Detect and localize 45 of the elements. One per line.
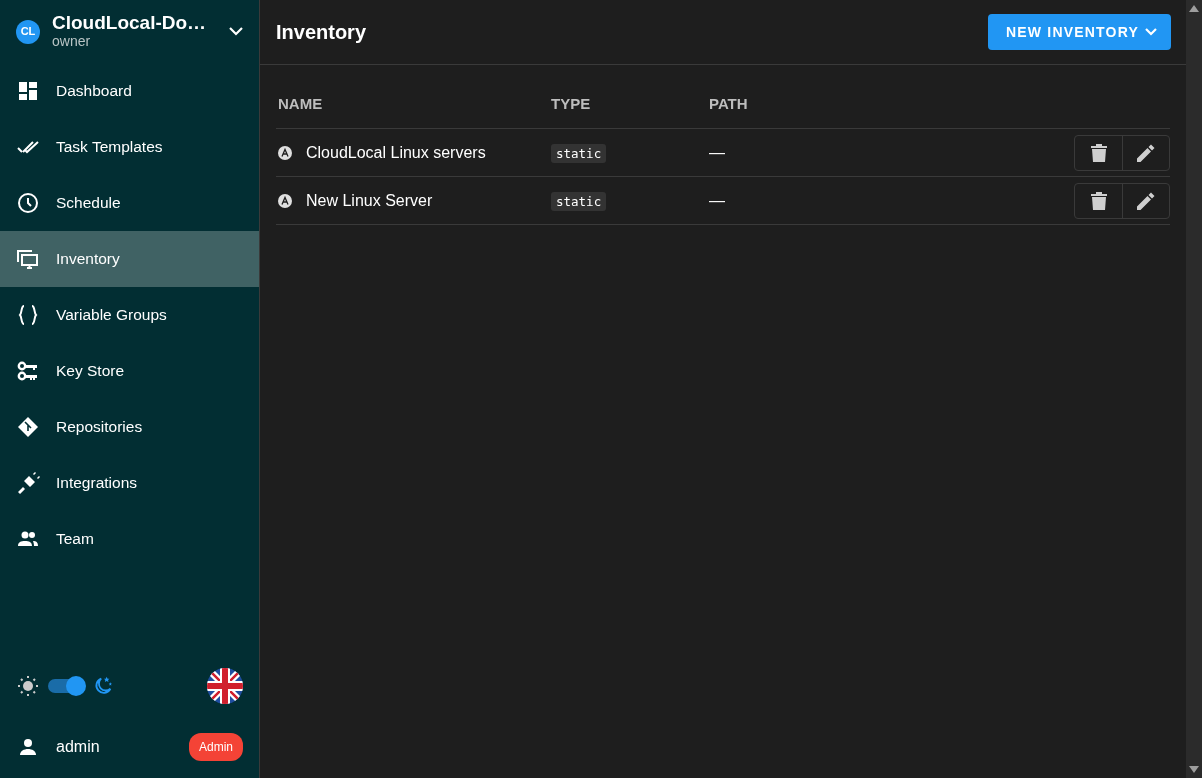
trash-icon bbox=[1090, 143, 1107, 162]
sidebar-item[interactable]: Dashboard bbox=[0, 63, 259, 119]
sidebar-item[interactable]: Schedule bbox=[0, 175, 259, 231]
role-badge: Admin bbox=[189, 733, 243, 761]
project-avatar: CL bbox=[16, 19, 40, 44]
clock-icon bbox=[16, 191, 40, 215]
column-header: NAME bbox=[278, 94, 323, 115]
keys-icon bbox=[16, 359, 40, 383]
sidebar-item[interactable]: Key Store bbox=[0, 343, 259, 399]
column-header: TYPE bbox=[551, 95, 591, 113]
flag-icon[interactable] bbox=[207, 668, 243, 704]
sidebar-item[interactable]: Integrations bbox=[0, 455, 259, 511]
moon-icon bbox=[92, 675, 114, 697]
braces-icon bbox=[16, 303, 40, 327]
project-name: CloudLocal-Do… bbox=[52, 13, 208, 35]
monitor-icon bbox=[16, 247, 40, 271]
user-name: admin bbox=[56, 737, 101, 757]
theme-toggle[interactable] bbox=[48, 679, 84, 693]
path-cell: — bbox=[709, 191, 725, 209]
chevron-down-icon[interactable] bbox=[229, 27, 243, 36]
trash-icon bbox=[1090, 191, 1107, 210]
ansible-icon bbox=[278, 193, 292, 208]
sun-icon bbox=[16, 674, 40, 698]
pencil-icon bbox=[1137, 191, 1155, 210]
plug-icon bbox=[16, 471, 40, 495]
column-header: PATH bbox=[709, 95, 748, 113]
inventory-name: New Linux Server bbox=[306, 190, 433, 211]
sidebar-item[interactable]: Repositories bbox=[0, 399, 259, 455]
sidebar-item[interactable]: Team bbox=[0, 511, 259, 567]
scroll-down-icon[interactable] bbox=[1189, 766, 1199, 773]
sidebar-item[interactable]: Task Templates bbox=[0, 119, 259, 175]
pencil-icon bbox=[1137, 143, 1155, 162]
diamond-icon bbox=[16, 415, 40, 439]
scroll-up-icon[interactable] bbox=[1189, 5, 1199, 12]
ansible-icon bbox=[278, 145, 292, 160]
type-tag: static bbox=[551, 191, 607, 211]
dashboard-icon bbox=[16, 79, 40, 103]
chevron-down-icon bbox=[1145, 28, 1157, 36]
inventory-name: CloudLocal Linux servers bbox=[306, 142, 486, 163]
page-title: Inventory bbox=[276, 20, 367, 45]
sidebar-item[interactable]: Variable Groups bbox=[0, 287, 259, 343]
path-cell: — bbox=[709, 143, 725, 161]
sidebar-item[interactable]: Inventory bbox=[0, 231, 259, 287]
type-tag: static bbox=[551, 143, 607, 163]
project-role: owner bbox=[52, 34, 92, 50]
